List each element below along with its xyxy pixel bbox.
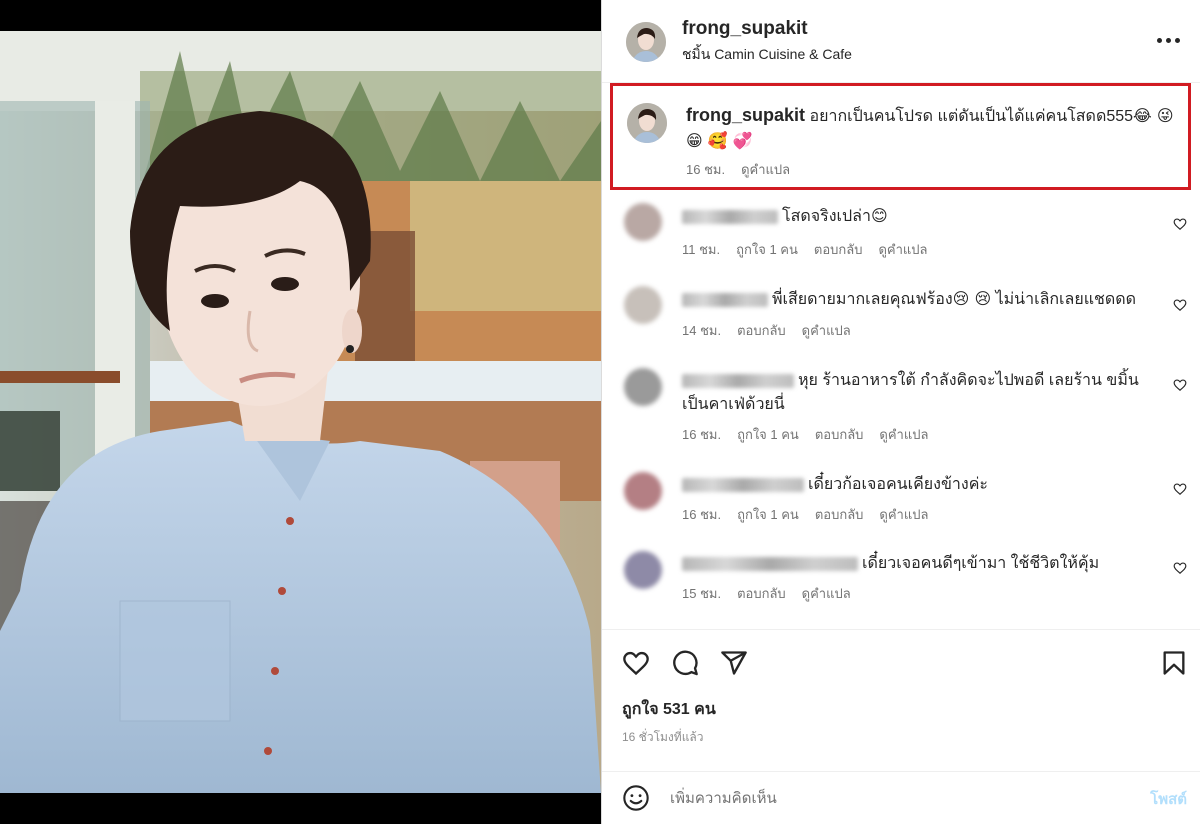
post-header: frong_supakit ชมิ้น Camin Cuisine & Cafe: [602, 0, 1200, 83]
author-avatar-image: [626, 22, 666, 62]
comment-item: หุย ร้านอาหารใต้ กำลังคิดจะไปพอดี เลยร้า…: [602, 364, 1200, 456]
comment-time: 11 ชม.: [682, 242, 721, 257]
post-photo[interactable]: [0, 31, 601, 793]
caption-text: อยากเป็นคนโปรด แต่ดันเป็นได้แค่คนโสดด555: [809, 108, 1134, 125]
bookmark-icon[interactable]: [1160, 649, 1188, 677]
blurred-username[interactable]: [682, 556, 858, 571]
comment-avatar[interactable]: [624, 286, 662, 324]
post-comment-button[interactable]: โพสต์: [1150, 787, 1187, 811]
comment-body: โสดจริงเปล่า😊: [682, 204, 1162, 229]
add-comment-bar: โพสต์: [602, 771, 1200, 824]
comment-input[interactable]: [670, 784, 1120, 812]
posted-time: 16 ชั่วโมงที่แล้ว: [622, 730, 704, 744]
comment-meta: 16 ชม. ถูกใจ 1 คน ตอบกลับ ดูคำแปล: [682, 424, 928, 445]
blurred-username[interactable]: [682, 477, 804, 492]
comment-meta: 14 ชม. ตอบกลับ ดูคำแปล: [682, 320, 851, 341]
comment-text-line2: เป็นคาเฟ่ด้วยนี่: [682, 396, 785, 413]
comment-text: เดี๋ยวเจอคนดีๆเข้ามา ใช้ชีวิตให้คุ้ม: [862, 555, 1100, 572]
heart-icon[interactable]: [622, 649, 650, 677]
reply-link[interactable]: ตอบกลับ: [815, 504, 864, 525]
comment-like-heart-icon[interactable]: [1173, 217, 1187, 231]
translate-link[interactable]: ดูคำแปล: [802, 320, 851, 341]
comment-likes[interactable]: ถูกใจ 1 คน: [737, 424, 799, 445]
smiley-icon[interactable]: [622, 784, 650, 812]
comment-like-heart-icon[interactable]: [1173, 482, 1187, 496]
comment-text: เดี๋ยวก้อเจอคนเคียงข้างค่ะ: [808, 476, 988, 493]
comment-meta: 15 ชม. ตอบกลับ ดูคำแปล: [682, 583, 851, 604]
blurred-username[interactable]: [682, 209, 778, 224]
caption-time: 16 ชม.: [686, 162, 726, 177]
comment-avatar[interactable]: [624, 203, 662, 241]
comment-emoji: 😢 😢: [952, 289, 992, 308]
comment-item: เดี๋ยวก้อเจอคนเคียงข้างค่ะ 16 ชม. ถูกใจ …: [602, 468, 1200, 548]
comment-item: เดี๋ยวเจอคนดีๆเข้ามา ใช้ชีวิตให้คุ้ม 15 …: [602, 547, 1200, 627]
more-horizontal-icon[interactable]: [1157, 30, 1183, 50]
comment-meta: 16 ชม. ถูกใจ 1 คน ตอบกลับ ดูคำแปล: [682, 504, 928, 525]
comment-like-heart-icon[interactable]: [1173, 561, 1187, 575]
reply-link[interactable]: ตอบกลับ: [737, 320, 786, 341]
author-avatar[interactable]: [626, 22, 666, 62]
caption-username[interactable]: frong_supakit: [686, 105, 805, 125]
comment-text-after: ไม่น่าเลิกเลยแชดดด: [995, 291, 1137, 308]
translate-link[interactable]: ดูคำแปล: [879, 504, 928, 525]
comment-text: หุย ร้านอาหารใต้ กำลังคิดจะไปพอดี เลยร้า…: [798, 372, 1139, 389]
caption-meta: 16 ชม. ดูคำแปล: [686, 159, 790, 180]
comment-avatar[interactable]: [624, 472, 662, 510]
comment-like-heart-icon[interactable]: [1173, 378, 1187, 392]
comment-meta: 11 ชม. ถูกใจ 1 คน ตอบกลับ ดูคำแปล: [682, 239, 928, 260]
comment-body: เดี๋ยวเจอคนดีๆเข้ามา ใช้ชีวิตให้คุ้ม: [682, 552, 1162, 576]
caption-avatar-image: [627, 103, 667, 143]
comment-icon[interactable]: [671, 649, 699, 677]
blurred-username[interactable]: [682, 292, 768, 307]
caption-text-block: frong_supakit อยากเป็นคนโปรด แต่ดันเป็นไ…: [686, 103, 1186, 154]
comment-time: 14 ชม.: [682, 323, 722, 338]
blurred-username[interactable]: [682, 373, 794, 388]
reply-link[interactable]: ตอบกลับ: [815, 424, 864, 445]
comment-text: พี่เสียดายมากเลยคุณฟร้อง: [772, 291, 953, 308]
translate-link[interactable]: ดูคำแปล: [802, 583, 851, 604]
post-location[interactable]: ชมิ้น Camin Cuisine & Cafe: [682, 44, 852, 66]
share-icon[interactable]: [720, 649, 748, 677]
comment-likes[interactable]: ถูกใจ 1 คน: [736, 239, 798, 260]
post-side-panel: frong_supakit ชมิ้น Camin Cuisine & Cafe…: [601, 0, 1200, 824]
translate-link[interactable]: ดูคำแปล: [878, 239, 927, 260]
translate-link[interactable]: ดูคำแปล: [879, 424, 928, 445]
reply-link[interactable]: ตอบกลับ: [737, 583, 786, 604]
comment-avatar[interactable]: [624, 368, 662, 406]
comment-time: 16 ชม.: [682, 507, 722, 522]
post-caption: frong_supakit อยากเป็นคนโปรด แต่ดันเป็นไ…: [610, 83, 1191, 190]
comment-body: พี่เสียดายมากเลยคุณฟร้อง😢 😢 ไม่น่าเลิกเล…: [682, 287, 1162, 312]
comment-item: พี่เสียดายมากเลยคุณฟร้อง😢 😢 ไม่น่าเลิกเล…: [602, 282, 1200, 362]
comment-body: เดี๋ยวก้อเจอคนเคียงข้างค่ะ: [682, 473, 1162, 497]
post-photo-area: [0, 0, 601, 824]
likes-count[interactable]: ถูกใจ 531 คน: [622, 697, 716, 722]
reply-link[interactable]: ตอบกลับ: [814, 239, 863, 260]
comment-likes[interactable]: ถูกใจ 1 คน: [737, 504, 799, 525]
comment-item: โสดจริงเปล่า😊 11 ชม. ถูกใจ 1 คน ตอบกลับ …: [602, 199, 1200, 279]
author-username[interactable]: frong_supakit: [682, 18, 808, 40]
comment-time: 16 ชม.: [682, 427, 722, 442]
comment-time: 15 ชม.: [682, 586, 722, 601]
comment-avatar[interactable]: [624, 551, 662, 589]
comment-emoji: 😊: [870, 206, 888, 225]
comment-body: หุย ร้านอาหารใต้ กำลังคิดจะไปพอดี เลยร้า…: [682, 369, 1162, 417]
caption-avatar[interactable]: [627, 103, 667, 143]
selfie-image: [0, 31, 601, 793]
comment-like-heart-icon[interactable]: [1173, 298, 1187, 312]
comment-text: โสดจริงเปล่า: [782, 208, 871, 225]
caption-translate-link[interactable]: ดูคำแปล: [741, 159, 790, 180]
